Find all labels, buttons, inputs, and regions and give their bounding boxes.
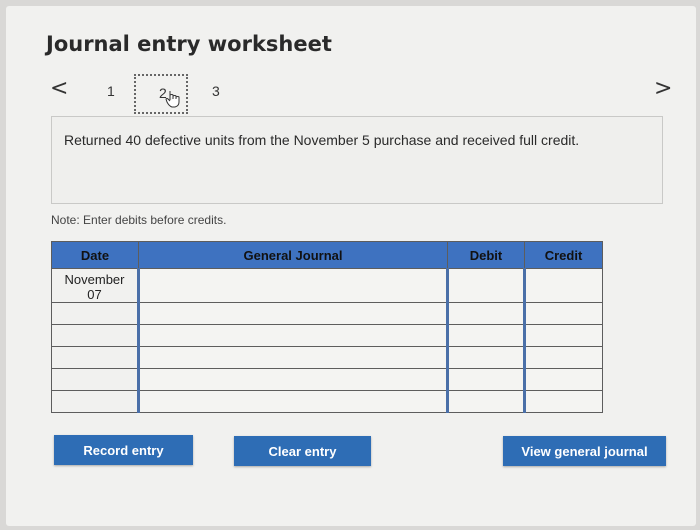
clear-entry-button[interactable]: Clear entry bbox=[234, 436, 371, 466]
date-cell bbox=[51, 302, 139, 325]
chevron-left-icon[interactable]: < bbox=[50, 76, 68, 101]
header-general-journal: General Journal bbox=[138, 241, 448, 269]
account-input[interactable] bbox=[137, 390, 448, 413]
debit-input[interactable] bbox=[446, 346, 525, 369]
debit-input[interactable] bbox=[446, 390, 525, 413]
worksheet-panel: Journal entry worksheet < 1 2 3 > Return… bbox=[6, 6, 696, 526]
table-row bbox=[51, 324, 603, 347]
table-row bbox=[51, 368, 603, 391]
date-cell bbox=[51, 368, 139, 391]
table-header-row: Date General Journal Debit Credit bbox=[51, 241, 603, 269]
chevron-right-icon[interactable]: > bbox=[654, 76, 672, 101]
header-date: Date bbox=[51, 241, 139, 269]
page-1-link[interactable]: 1 bbox=[107, 83, 115, 99]
credit-input[interactable] bbox=[523, 302, 603, 325]
debit-input[interactable] bbox=[446, 268, 525, 303]
transaction-prompt: Returned 40 defective units from the Nov… bbox=[51, 116, 663, 204]
credit-input[interactable] bbox=[523, 368, 603, 391]
account-input[interactable] bbox=[137, 346, 448, 369]
transaction-description: Returned 40 defective units from the Nov… bbox=[64, 132, 580, 148]
credit-input[interactable] bbox=[523, 268, 603, 303]
page-2-current[interactable]: 2 bbox=[134, 74, 188, 114]
account-input[interactable] bbox=[137, 268, 448, 303]
debit-input[interactable] bbox=[446, 302, 525, 325]
account-input[interactable] bbox=[137, 368, 448, 391]
table-row bbox=[51, 302, 603, 325]
date-cell bbox=[51, 346, 139, 369]
page-3-link[interactable]: 3 bbox=[212, 83, 220, 99]
table-row bbox=[51, 390, 603, 413]
credit-input[interactable] bbox=[523, 346, 603, 369]
date-day: 07 bbox=[87, 287, 102, 302]
date-cell bbox=[51, 390, 139, 413]
page-title: Journal entry worksheet bbox=[46, 32, 332, 56]
account-input[interactable] bbox=[137, 302, 448, 325]
table-row: November 07 bbox=[51, 268, 603, 303]
view-general-journal-button[interactable]: View general journal bbox=[503, 436, 666, 466]
record-entry-button[interactable]: Record entry bbox=[54, 435, 193, 465]
hand-pointer-icon bbox=[165, 91, 180, 108]
date-month: November bbox=[64, 272, 125, 287]
table-row bbox=[51, 346, 603, 369]
credit-input[interactable] bbox=[523, 390, 603, 413]
journal-table: Date General Journal Debit Credit Novemb… bbox=[51, 241, 603, 413]
header-credit: Credit bbox=[524, 241, 603, 269]
credit-input[interactable] bbox=[523, 324, 603, 347]
account-input[interactable] bbox=[137, 324, 448, 347]
instruction-note: Note: Enter debits before credits. bbox=[51, 213, 227, 227]
date-cell: November 07 bbox=[51, 268, 139, 303]
debit-input[interactable] bbox=[446, 324, 525, 347]
date-cell bbox=[51, 324, 139, 347]
header-debit: Debit bbox=[447, 241, 525, 269]
debit-input[interactable] bbox=[446, 368, 525, 391]
